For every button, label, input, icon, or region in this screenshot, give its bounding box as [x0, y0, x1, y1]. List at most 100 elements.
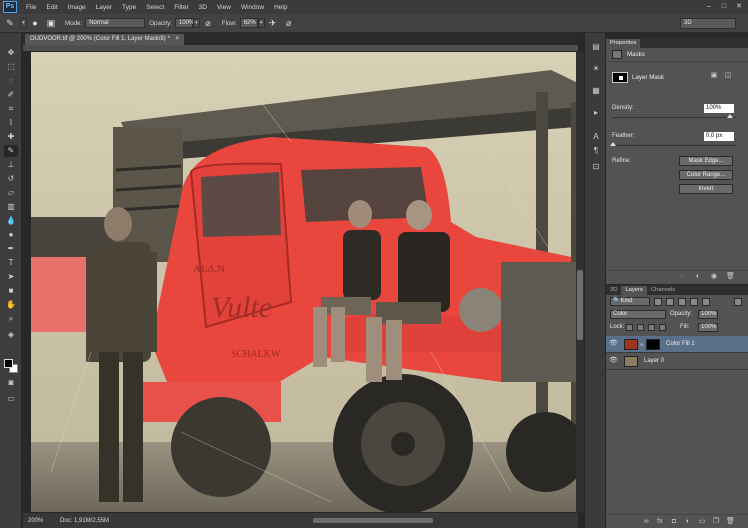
menu-window[interactable]: Window [236, 4, 269, 11]
feather-slider[interactable] [612, 145, 736, 146]
quick-select-tool-icon[interactable]: ✐ [4, 89, 18, 101]
gradient-tool-icon[interactable]: ▥ [4, 201, 18, 213]
new-group-icon[interactable]: ▭ [698, 518, 706, 526]
history-panel-icon[interactable]: ▤ [590, 41, 602, 53]
lock-image-icon[interactable] [637, 324, 644, 331]
close-window-button[interactable]: ✕ [734, 2, 744, 11]
workspace-select[interactable]: 3D [680, 18, 736, 29]
density-field[interactable]: 100% [704, 104, 734, 113]
eraser-tool-icon[interactable]: ▱ [4, 187, 18, 199]
vertical-scroll-thumb[interactable] [577, 270, 583, 340]
apply-mask-icon[interactable]: ◐ [694, 273, 702, 281]
blur-tool-icon[interactable]: 💧 [4, 215, 18, 227]
flow-field[interactable]: 62% [239, 18, 258, 28]
document-canvas[interactable]: ΑΙ.Δ.Ν Vulte SCHALKW [31, 52, 576, 512]
adjustments-panel-icon[interactable]: ☀ [590, 63, 602, 75]
foreground-color-swatch[interactable] [4, 359, 13, 368]
feather-slider-knob[interactable] [610, 142, 616, 146]
adjustment-filter-icon[interactable] [666, 298, 674, 306]
document-info[interactable]: Doc: 1,91M/2,55M [60, 518, 109, 524]
blend-mode-select[interactable]: Color [610, 310, 666, 319]
photo-layer-thumbnail[interactable] [624, 356, 638, 367]
horizontal-ruler[interactable] [23, 45, 578, 52]
menu-select[interactable]: Select [141, 4, 169, 11]
lock-transparent-icon[interactable] [626, 324, 633, 331]
dodge-tool-icon[interactable]: ● [4, 229, 18, 241]
opacity-slider-toggle[interactable]: ▾ [192, 18, 200, 28]
opacity-field[interactable]: 100% [174, 18, 194, 28]
brush-preset-icon[interactable]: ✎ [4, 17, 16, 29]
density-slider[interactable] [612, 117, 736, 118]
paragraph-panel-icon[interactable]: ¶ [590, 145, 602, 157]
3d-tool-icon[interactable]: ◈ [4, 329, 18, 341]
invert-button[interactable]: Invert [679, 184, 733, 194]
visibility-eye-icon[interactable]: 👁 [609, 357, 618, 365]
color-range-button[interactable]: Color Range... [679, 170, 733, 180]
airbrush-icon[interactable]: ✈ [267, 17, 279, 29]
tab-3d[interactable]: 3D [606, 286, 621, 295]
shape-tool-icon[interactable]: ■ [4, 285, 18, 297]
kind-filter-select[interactable]: 🔍Kind [610, 297, 650, 306]
menu-3d[interactable]: 3D [194, 4, 212, 11]
swatches-panel-icon[interactable]: ▦ [590, 85, 602, 97]
lock-position-icon[interactable] [648, 324, 655, 331]
close-document-icon[interactable]: × [175, 36, 179, 42]
tab-properties[interactable]: Properties [606, 39, 641, 48]
new-layer-icon[interactable]: ❐ [712, 518, 720, 526]
brush-tool-icon[interactable]: ✎ [4, 145, 18, 157]
quick-mask-icon[interactable]: ◙ [4, 377, 18, 389]
maximize-button[interactable]: □ [719, 2, 729, 11]
new-adjustment-layer-icon[interactable]: ◐ [684, 518, 692, 526]
menu-image[interactable]: Image [63, 4, 91, 11]
menu-file[interactable]: File [21, 4, 41, 11]
fill-field[interactable]: 100% [698, 323, 718, 332]
select-pixel-mask-icon[interactable]: ▣ [710, 72, 718, 80]
add-mask-icon[interactable]: ◘ [670, 518, 678, 526]
pixel-filter-icon[interactable] [654, 298, 662, 306]
tab-channels[interactable]: Channels [647, 286, 680, 295]
crop-tool-icon[interactable]: ⌗ [4, 103, 18, 115]
move-tool-icon[interactable]: ✥ [4, 47, 18, 59]
zoom-level[interactable]: 200% [28, 518, 60, 524]
minimize-button[interactable]: – [704, 2, 714, 11]
layer-mask-thumbnail-small[interactable] [646, 339, 660, 350]
horizontal-scroll-thumb[interactable] [313, 518, 433, 523]
path-select-tool-icon[interactable]: ➤ [4, 271, 18, 283]
zoom-tool-icon[interactable]: ⌕ [4, 313, 18, 325]
filter-toggle-icon[interactable] [734, 298, 742, 306]
actions-panel-icon[interactable]: ▸ [590, 107, 602, 119]
load-selection-icon[interactable]: ◌ [678, 273, 686, 281]
history-brush-tool-icon[interactable]: ↺ [4, 173, 18, 185]
density-slider-knob[interactable] [727, 114, 733, 118]
clone-stamp-tool-icon[interactable]: ⊥ [4, 159, 18, 171]
menu-help[interactable]: Help [269, 4, 292, 11]
link-icon[interactable]: ∞ [640, 342, 644, 348]
mode-select[interactable]: Normal [85, 18, 146, 28]
add-vector-mask-icon[interactable]: ◫ [724, 72, 732, 80]
pen-tool-icon[interactable]: ✒ [4, 243, 18, 255]
delete-layer-icon[interactable]: 🗑 [726, 518, 735, 526]
layer-row-color-fill[interactable]: 👁 ∞ Color Fill 1 [606, 336, 748, 353]
color-fill-thumbnail[interactable] [624, 339, 638, 350]
healing-brush-tool-icon[interactable]: ✚ [4, 131, 18, 143]
type-filter-icon[interactable] [678, 298, 686, 306]
marquee-tool-icon[interactable]: ⬚ [4, 61, 18, 73]
opacity-pressure-icon[interactable]: ⌀ [202, 17, 214, 29]
brush-size-icon[interactable]: ● [29, 17, 41, 29]
layer-style-icon[interactable]: fx [656, 518, 664, 526]
smart-object-filter-icon[interactable] [702, 298, 710, 306]
menu-edit[interactable]: Edit [41, 4, 62, 11]
tab-layers[interactable]: Layers [621, 286, 647, 295]
flow-slider-toggle[interactable]: ▾ [257, 18, 265, 28]
link-layers-icon[interactable]: ∞ [642, 518, 650, 526]
screen-mode-icon[interactable]: ▭ [4, 393, 18, 405]
disable-mask-icon[interactable]: ◉ [710, 273, 718, 281]
lasso-tool-icon[interactable]: ◌ [4, 75, 18, 87]
menu-filter[interactable]: Filter [169, 4, 193, 11]
type-tool-icon[interactable]: T [4, 257, 18, 269]
brush-preset-dropdown[interactable]: ▾ [20, 18, 27, 28]
shape-filter-icon[interactable] [690, 298, 698, 306]
feather-field[interactable]: 0,0 px [704, 132, 734, 141]
layer-row-layer-0[interactable]: 👁 Layer 0 [606, 353, 748, 370]
tool-presets-panel-icon[interactable]: ⊡ [590, 161, 602, 173]
